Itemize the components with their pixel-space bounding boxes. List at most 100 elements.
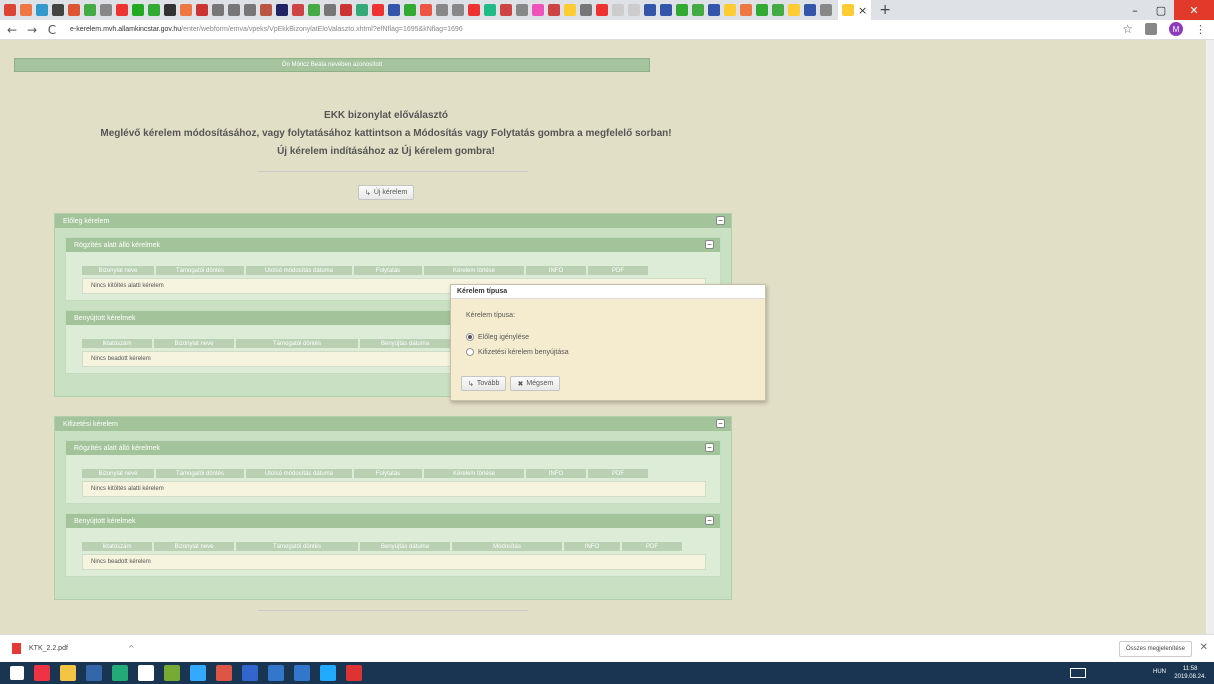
tab-favicon-icon[interactable] [100, 4, 112, 16]
excel-taskbar-icon[interactable] [112, 665, 128, 681]
active-tab[interactable]: × [838, 0, 872, 20]
explorer-taskbar-icon[interactable] [60, 665, 76, 681]
outlook-taskbar-icon[interactable] [294, 665, 310, 681]
word-taskbar-icon[interactable] [242, 665, 258, 681]
tab-close-icon[interactable]: × [858, 4, 867, 17]
next-button[interactable]: ↳ Tovább [461, 376, 507, 391]
collapse-icon[interactable]: − [716, 419, 725, 428]
reload-button[interactable]: C [44, 23, 60, 37]
tab-favicon-icon[interactable] [148, 4, 160, 16]
outlook-taskbar-icon[interactable] [268, 665, 284, 681]
radio-selected-icon[interactable] [466, 333, 474, 341]
tab-favicon-icon[interactable] [500, 4, 512, 16]
tab-favicon-icon[interactable] [340, 4, 352, 16]
radio-advance[interactable]: Előleg igénylése [466, 333, 529, 341]
tab-favicon-icon[interactable] [692, 4, 704, 16]
keyboard-icon[interactable] [1070, 668, 1086, 678]
tab-favicon-icon[interactable] [436, 4, 448, 16]
tab-favicon-icon[interactable] [420, 4, 432, 16]
tab-favicon-icon[interactable] [36, 4, 48, 16]
powerpoint-taskbar-icon[interactable] [216, 665, 232, 681]
tab-favicon-icon[interactable] [164, 4, 176, 16]
windows-start-icon[interactable] [10, 666, 24, 680]
tab-favicon-icon[interactable] [404, 4, 416, 16]
tab-favicon-icon[interactable] [292, 4, 304, 16]
ie-taskbar-icon[interactable] [190, 665, 206, 681]
tab-favicon-icon[interactable] [596, 4, 608, 16]
extension-icon[interactable] [1145, 23, 1157, 35]
collapse-icon[interactable]: − [705, 443, 714, 452]
tab-favicon-icon[interactable] [740, 4, 752, 16]
tab-favicon-icon[interactable] [676, 4, 688, 16]
save-taskbar-icon[interactable] [86, 665, 102, 681]
tab-favicon-icon[interactable] [516, 4, 528, 16]
tab-favicon-icon[interactable] [244, 4, 256, 16]
taskbar-clock[interactable]: 11:58 2019.08.24. [1174, 665, 1206, 681]
back-button[interactable]: ← [4, 23, 20, 37]
onenote-taskbar-icon[interactable] [164, 665, 180, 681]
tab-favicon-icon[interactable] [724, 4, 736, 16]
page-scrollbar[interactable] [1206, 40, 1214, 634]
tab-favicon-icon[interactable] [452, 4, 464, 16]
tab-favicon-icon[interactable] [84, 4, 96, 16]
forward-button[interactable]: → [24, 23, 40, 37]
tab-favicon-icon[interactable] [324, 4, 336, 16]
show-all-downloads-button[interactable]: Összes megjelenítése [1118, 641, 1192, 657]
profile-avatar[interactable]: M [1169, 22, 1183, 36]
tab-favicon-icon[interactable] [132, 4, 144, 16]
tab-favicon-icon[interactable] [548, 4, 560, 16]
tab-favicon-icon[interactable] [212, 4, 224, 16]
bookmark-star-icon[interactable]: ☆ [1122, 22, 1133, 36]
tab-favicon-icon[interactable] [20, 4, 32, 16]
tab-favicon-icon[interactable] [388, 4, 400, 16]
minimize-button[interactable]: – [1122, 0, 1148, 20]
tab-favicon-icon[interactable] [372, 4, 384, 16]
tab-favicon-icon[interactable] [660, 4, 672, 16]
tab-favicon-icon[interactable] [756, 4, 768, 16]
new-tab-button[interactable]: + [879, 2, 891, 18]
tab-favicon-icon[interactable] [52, 4, 64, 16]
tab-favicon-icon[interactable] [708, 4, 720, 16]
browser-menu-icon[interactable]: ⋮ [1195, 23, 1206, 36]
new-request-button[interactable]: ↳ Új kérelem [358, 185, 415, 200]
tab-favicon-icon[interactable] [196, 4, 208, 16]
download-item[interactable]: KTK_2.2.pdf [29, 645, 68, 652]
tab-favicon-icon[interactable] [788, 4, 800, 16]
tab-favicon-icon[interactable] [228, 4, 240, 16]
close-window-button[interactable]: ✕ [1174, 0, 1214, 20]
collapse-icon[interactable]: − [705, 240, 714, 249]
url-field[interactable]: e-kerelem.mvh.allamkincstar.gov.hu/enter… [70, 26, 463, 33]
download-options-icon[interactable]: ^ [128, 644, 135, 653]
tab-favicon-icon[interactable] [468, 4, 480, 16]
tab-favicon-icon[interactable] [644, 4, 656, 16]
tab-favicon-icon[interactable] [772, 4, 784, 16]
tab-favicon-icon[interactable] [116, 4, 128, 16]
tab-favicon-icon[interactable] [628, 4, 640, 16]
gmail-tab-icon[interactable] [4, 4, 16, 16]
tab-favicon-icon[interactable] [580, 4, 592, 16]
tab-favicon-icon[interactable] [260, 4, 272, 16]
tab-favicon-icon[interactable] [68, 4, 80, 16]
tab-favicon-icon[interactable] [804, 4, 816, 16]
tab-favicon-icon[interactable] [180, 4, 192, 16]
tab-favicon-icon[interactable] [308, 4, 320, 16]
chrome-taskbar-icon[interactable] [34, 665, 50, 681]
home-taskbar-icon[interactable] [138, 665, 154, 681]
acrobat-taskbar-icon[interactable] [346, 665, 362, 681]
skype-taskbar-icon[interactable] [320, 665, 336, 681]
language-indicator[interactable]: HUN [1153, 669, 1166, 675]
tab-favicon-icon[interactable] [820, 4, 832, 16]
radio-icon[interactable] [466, 348, 474, 356]
tab-favicon-icon[interactable] [564, 4, 576, 16]
radio-payment[interactable]: Kifizetési kérelem benyújtása [466, 348, 569, 356]
cancel-button[interactable]: ✖ Mégsem [510, 376, 561, 391]
tab-favicon-icon[interactable] [612, 4, 624, 16]
tab-favicon-icon[interactable] [532, 4, 544, 16]
collapse-icon[interactable]: − [716, 216, 725, 225]
collapse-icon[interactable]: − [705, 516, 714, 525]
tab-favicon-icon[interactable] [276, 4, 288, 16]
close-downloads-icon[interactable]: ✕ [1200, 642, 1208, 653]
maximize-button[interactable]: ▢ [1148, 0, 1174, 20]
tab-favicon-icon[interactable] [484, 4, 496, 16]
tab-favicon-icon[interactable] [356, 4, 368, 16]
